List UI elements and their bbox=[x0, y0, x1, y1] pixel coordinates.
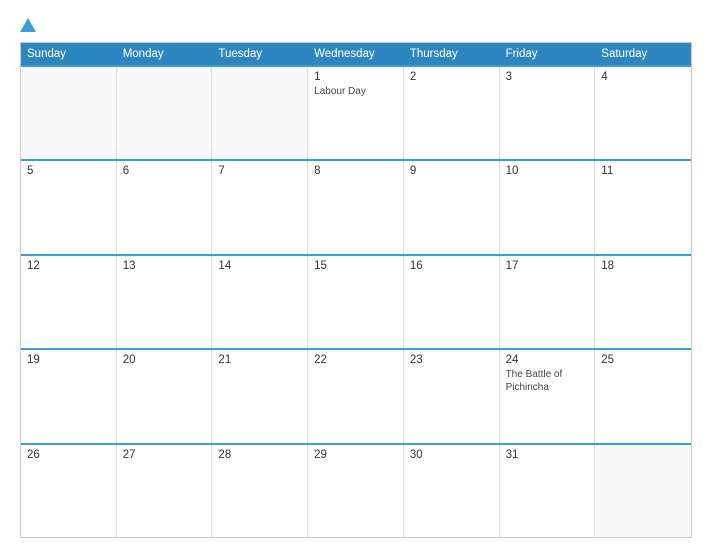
day-number: 11 bbox=[601, 165, 685, 177]
day-cell: 31 bbox=[500, 445, 596, 537]
day-cell: 16 bbox=[404, 256, 500, 348]
day-cell: 8 bbox=[308, 161, 404, 253]
day-cell: 30 bbox=[404, 445, 500, 537]
event-label: The Battle of Pichincha bbox=[506, 368, 589, 394]
day-number: 13 bbox=[123, 260, 206, 272]
day-number: 15 bbox=[314, 260, 397, 272]
day-number: 18 bbox=[601, 260, 685, 272]
day-cell bbox=[212, 67, 308, 159]
day-number: 14 bbox=[218, 260, 301, 272]
logo bbox=[20, 18, 38, 32]
day-number: 17 bbox=[506, 260, 589, 272]
day-cell: 11 bbox=[595, 161, 691, 253]
header bbox=[20, 18, 692, 32]
day-number: 24 bbox=[506, 354, 589, 366]
day-cell: 24 The Battle of Pichincha bbox=[500, 350, 596, 442]
day-number: 10 bbox=[506, 165, 589, 177]
day-cell: 18 bbox=[595, 256, 691, 348]
logo-triangle-icon bbox=[20, 18, 36, 32]
week-row-2: 5 67 8 9 10 11 bbox=[21, 159, 691, 253]
day-number: 19 bbox=[27, 354, 110, 366]
day-cell: 9 bbox=[404, 161, 500, 253]
day-header-tuesday: Tuesday bbox=[212, 43, 308, 65]
day-number: 29 bbox=[314, 449, 397, 461]
day-header-friday: Friday bbox=[500, 43, 596, 65]
day-number: 30 bbox=[410, 449, 493, 461]
day-cell: 14 bbox=[212, 256, 308, 348]
day-header-thursday: Thursday bbox=[404, 43, 500, 65]
calendar-page: SundayMondayTuesdayWednesdayThursdayFrid… bbox=[0, 0, 712, 550]
day-cell: 22 bbox=[308, 350, 404, 442]
day-number: 6 bbox=[123, 165, 206, 177]
day-header-wednesday: Wednesday bbox=[308, 43, 404, 65]
day-headers-row: SundayMondayTuesdayWednesdayThursdayFrid… bbox=[21, 43, 691, 65]
day-cell: 13 bbox=[117, 256, 213, 348]
day-cell: 26 bbox=[21, 445, 117, 537]
day-cell bbox=[595, 445, 691, 537]
day-cell: 29 bbox=[308, 445, 404, 537]
day-number: 2 bbox=[410, 71, 493, 83]
day-number: 7 bbox=[218, 165, 301, 177]
day-cell: 7 bbox=[212, 161, 308, 253]
logo-blue-row bbox=[20, 18, 38, 32]
day-cell bbox=[117, 67, 213, 159]
day-number: 20 bbox=[123, 354, 206, 366]
event-label: Labour Day bbox=[314, 85, 397, 98]
day-number: 26 bbox=[27, 449, 110, 461]
day-number: 8 bbox=[314, 165, 397, 177]
day-cell: 12 bbox=[21, 256, 117, 348]
day-cell: 27 bbox=[117, 445, 213, 537]
day-number: 21 bbox=[218, 354, 301, 366]
day-cell: 17 bbox=[500, 256, 596, 348]
day-cell: 20 bbox=[117, 350, 213, 442]
day-cell: 10 bbox=[500, 161, 596, 253]
day-number: 25 bbox=[601, 354, 685, 366]
day-header-sunday: Sunday bbox=[21, 43, 117, 65]
day-number: 22 bbox=[314, 354, 397, 366]
week-row-3: 12 13 14 15 16 17 18 bbox=[21, 254, 691, 348]
day-cell: 19 bbox=[21, 350, 117, 442]
day-cell: 3 bbox=[500, 67, 596, 159]
day-cell: 1 Labour Day bbox=[308, 67, 404, 159]
day-cell: 6 bbox=[117, 161, 213, 253]
day-cell: 28 bbox=[212, 445, 308, 537]
day-number: 12 bbox=[27, 260, 110, 272]
day-header-monday: Monday bbox=[117, 43, 213, 65]
day-cell: 2 bbox=[404, 67, 500, 159]
day-number: 27 bbox=[123, 449, 206, 461]
day-number: 23 bbox=[410, 354, 493, 366]
week-row-1: 1 Labour Day 2 34 bbox=[21, 65, 691, 159]
day-number: 16 bbox=[410, 260, 493, 272]
day-number: 4 bbox=[601, 71, 685, 83]
day-cell bbox=[21, 67, 117, 159]
day-cell: 25 bbox=[595, 350, 691, 442]
day-number: 31 bbox=[506, 449, 589, 461]
day-number: 28 bbox=[218, 449, 301, 461]
week-row-5: 26 27 28 29 30 31 bbox=[21, 443, 691, 537]
calendar-grid: SundayMondayTuesdayWednesdayThursdayFrid… bbox=[20, 42, 692, 538]
weeks-container: 1Labour Day23456789101112131415161718192… bbox=[21, 65, 691, 537]
day-number: 1 bbox=[314, 71, 397, 83]
day-cell: 23 bbox=[404, 350, 500, 442]
day-cell: 4 bbox=[595, 67, 691, 159]
day-number: 3 bbox=[506, 71, 589, 83]
day-cell: 15 bbox=[308, 256, 404, 348]
day-number: 9 bbox=[410, 165, 493, 177]
day-header-saturday: Saturday bbox=[595, 43, 691, 65]
day-number: 5 bbox=[27, 165, 110, 177]
day-cell: 21 bbox=[212, 350, 308, 442]
day-cell: 5 bbox=[21, 161, 117, 253]
week-row-4: 19 20 21 22 23 24 The Battle of Pichincha 25 bbox=[21, 348, 691, 442]
